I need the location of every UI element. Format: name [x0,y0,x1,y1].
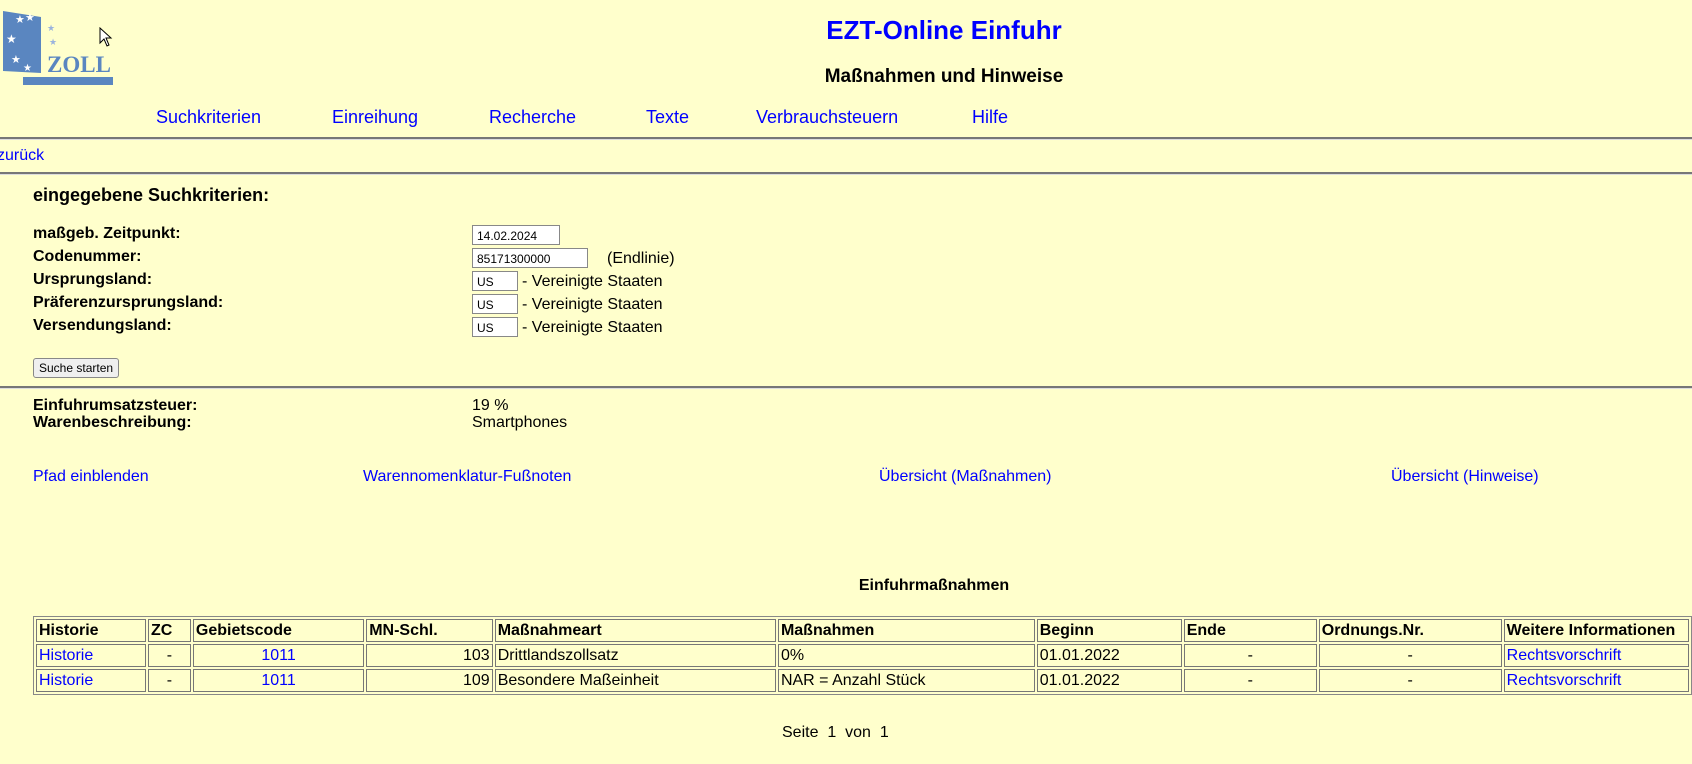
nav-einreihung[interactable]: Einreihung [332,107,418,128]
mouse-cursor-icon [99,26,113,52]
back-link[interactable]: zurück [0,147,44,165]
nav-hilfe[interactable]: Hilfe [972,107,1008,128]
col-ordnungs-nr: Ordnungs.Nr. [1318,619,1502,642]
code-note: (Endlinie) [607,250,675,267]
code-label: Codenummer: [33,248,142,265]
page-of: von [845,724,871,741]
massnahmeart-cell: Besondere Maßeinheit [494,669,776,692]
svg-text:★: ★ [11,54,21,66]
table-title: Einfuhrmaßnahmen [858,577,1010,594]
ursprung-input[interactable]: US [472,271,518,291]
fussnoten-link[interactable]: Warennomenklatur-Fußnoten [363,468,571,486]
ende-cell: - [1183,644,1317,667]
ende-cell: - [1183,669,1317,692]
praef-label: Präferenzursprungsland: [33,294,224,311]
page-label: Seite [782,724,819,741]
col-beginn: Beginn [1036,619,1182,642]
beginn-cell: 01.01.2022 [1036,669,1182,692]
rechtsvorschrift-link[interactable]: Rechtsvorschrift [1507,647,1622,664]
search-button[interactable]: Suche starten [33,358,120,378]
praef-name: - Vereinigte Staaten [522,296,663,313]
criteria-heading: eingegebene Suchkriterien: [33,185,270,205]
col-gebietscode: Gebietscode [192,619,365,642]
nav-recherche[interactable]: Recherche [489,107,576,128]
page-subtitle: Maßnahmen und Hinweise [824,66,1064,87]
mn-schl-cell: 103 [366,644,493,667]
divider [0,172,1692,175]
eust-value: 19 % [472,397,509,414]
nav-texte[interactable]: Texte [646,107,689,128]
table-row: Historie - 1011 109 Besondere Maßeinheit… [36,669,1689,692]
pagination: Seite 1 von 1 [782,724,889,742]
page-current: 1 [827,724,837,741]
ursprung-name: - Vereinigte Staaten [522,273,663,290]
waren-label: Warenbeschreibung: [33,414,192,431]
gebietscode-link[interactable]: 1011 [261,647,295,664]
rechtsvorschrift-link[interactable]: Rechtsvorschrift [1507,672,1622,689]
historie-link[interactable]: Historie [39,672,93,689]
page-total: 1 [879,724,889,741]
ordnungs-nr-cell: - [1318,644,1502,667]
col-massnahmeart: Maßnahmeart [494,619,776,642]
uebersicht-massnahmen-link[interactable]: Übersicht (Maßnahmen) [879,468,1052,486]
gebietscode-link[interactable]: 1011 [261,672,295,689]
versand-label: Versendungsland: [33,317,172,334]
historie-link[interactable]: Historie [39,647,93,664]
waren-value: Smartphones [472,414,568,431]
zeitpunkt-label: maßgeb. Zeitpunkt: [33,225,181,242]
massnahmen-table: Historie ZC Gebietscode MN-Schl. Maßnahm… [33,616,1692,695]
eust-label: Einfuhrumsatzsteuer: [33,397,198,414]
ursprung-label: Ursprungsland: [33,271,153,288]
col-zc: ZC [147,619,191,642]
zeitpunkt-input[interactable]: 14.02.2024 [472,225,560,245]
massnahmeart-cell: Drittlandszollsatz [494,644,776,667]
massnahmen-cell: 0% [777,644,1035,667]
nav-suchkriterien[interactable]: Suchkriterien [156,107,261,128]
table-header-row: Historie ZC Gebietscode MN-Schl. Maßnahm… [36,619,1689,642]
zc-cell: - [147,644,191,667]
ordnungs-nr-cell: - [1318,669,1502,692]
code-input[interactable]: 85171300000 [472,248,588,268]
zc-cell: - [147,669,191,692]
mn-schl-cell: 109 [366,669,493,692]
col-weitere-informationen: Weitere Informationen [1503,619,1689,642]
uebersicht-hinweise-link[interactable]: Übersicht (Hinweise) [1391,468,1539,486]
versand-input[interactable]: US [472,317,518,337]
nav-verbrauchsteuern[interactable]: Verbrauchsteuern [756,107,898,128]
pfad-link[interactable]: Pfad einblenden [33,468,149,486]
app-title: EZT-Online Einfuhr [826,15,1062,45]
col-historie: Historie [36,619,146,642]
col-ende: Ende [1183,619,1317,642]
massnahmen-cell: NAR = Anzahl Stück [777,669,1035,692]
beginn-cell: 01.01.2022 [1036,644,1182,667]
divider [0,137,1692,140]
col-massnahmen: Maßnahmen [777,619,1035,642]
col-mn-schl: MN-Schl. [366,619,493,642]
divider [0,386,1692,389]
praef-input[interactable]: US [472,294,518,314]
table-row: Historie - 1011 103 Drittlandszollsatz 0… [36,644,1689,667]
versand-name: - Vereinigte Staaten [522,319,663,336]
